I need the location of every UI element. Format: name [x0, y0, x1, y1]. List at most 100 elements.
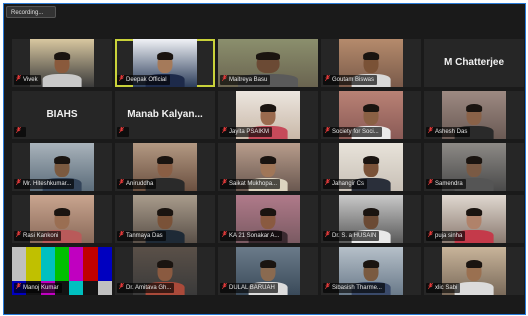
zoom-meeting-window: Recording... Vivek Deepak Official Maitrey…	[3, 3, 526, 315]
muted-mic-icon	[222, 283, 227, 290]
participant-name-label: Goutam Biswas	[332, 77, 375, 83]
muted-mic-icon	[119, 75, 124, 82]
muted-mic-icon	[119, 127, 124, 134]
participant-tile[interactable]: puja sinha	[424, 195, 524, 243]
participant-name-label: Dr. Amitava Gh...	[126, 285, 172, 291]
muted-mic-icon	[222, 75, 227, 82]
participant-nameplate: puja sinha	[426, 231, 466, 241]
participant-tile[interactable]: BIAHS	[12, 91, 112, 139]
participant-gallery: Vivek Deepak Official Maitreya Basu Goutam …	[12, 39, 524, 295]
participant-nameplate: Vivek	[14, 75, 41, 85]
participant-tile[interactable]: Deepak Official	[115, 39, 215, 87]
muted-mic-icon	[325, 283, 330, 290]
participant-tile[interactable]: Jahangir Cs	[321, 143, 421, 191]
participant-tile[interactable]: Vivek	[12, 39, 112, 87]
participant-name-label: KA 21 Sonakar A...	[229, 233, 280, 239]
participant-name-label: Mr. Hiteshkumar...	[23, 181, 72, 187]
participant-tile[interactable]: Jayita PSAIKM	[218, 91, 318, 139]
participant-hair	[363, 156, 379, 164]
participant-hair	[54, 208, 70, 216]
muted-mic-icon	[325, 179, 330, 186]
participant-tile[interactable]: Dr. S. a HUSAIN	[321, 195, 421, 243]
muted-mic-icon	[325, 127, 330, 134]
participant-hair	[466, 104, 482, 112]
participant-name-label: Dr. S. a HUSAIN	[332, 233, 377, 239]
participant-name-label: Aniruddha	[126, 181, 154, 187]
participant-name-label: Saikat Mukhopa...	[229, 181, 278, 187]
participant-tile[interactable]: M Chatterjee	[424, 39, 524, 87]
muted-mic-icon	[16, 231, 21, 238]
participant-nameplate	[14, 127, 26, 137]
muted-mic-icon	[119, 231, 124, 238]
muted-mic-icon	[222, 231, 227, 238]
muted-mic-icon	[222, 127, 227, 134]
participant-nameplate: Maitreya Basu	[220, 75, 271, 85]
participant-tile[interactable]: Aniruddha	[115, 143, 215, 191]
participant-nameplate: Sibasish Tharme...	[323, 283, 385, 293]
participant-nameplate: Goutam Biswas	[323, 75, 378, 85]
participant-nameplate: Jahangir Cs	[323, 179, 368, 189]
participant-tile[interactable]: xlic Sabi	[424, 247, 524, 295]
participant-nameplate: Jayita PSAIKM	[220, 127, 273, 137]
participant-name-label: Deepak Official	[126, 77, 167, 83]
participant-hair	[466, 208, 482, 216]
recording-indicator[interactable]: Recording...	[6, 6, 56, 18]
muted-mic-icon	[222, 179, 227, 186]
muted-mic-icon	[16, 75, 21, 82]
muted-mic-icon	[428, 179, 433, 186]
participant-hair	[260, 104, 276, 112]
participant-name-label: DULAL BARUAH	[229, 285, 275, 291]
participant-tile[interactable]: Mr. Hiteshkumar...	[12, 143, 112, 191]
participant-name-label: Ashesh Das	[435, 129, 468, 135]
participant-hair	[54, 52, 70, 60]
participant-tile[interactable]: Manoj Kumar	[12, 247, 112, 295]
participant-tile[interactable]: Saikat Mukhopa...	[218, 143, 318, 191]
participant-nameplate: Deepak Official	[117, 75, 170, 85]
participant-hair	[157, 208, 173, 216]
participant-nameplate: Tanmaya Das	[117, 231, 166, 241]
participant-hair	[260, 156, 276, 164]
participant-tile[interactable]: Goutam Biswas	[321, 39, 421, 87]
participant-tile[interactable]: Tanmaya Das	[115, 195, 215, 243]
muted-mic-icon	[16, 179, 21, 186]
participant-nameplate: Manoj Kumar	[14, 283, 62, 293]
participant-tile[interactable]: KA 21 Sonakar A...	[218, 195, 318, 243]
participant-hair	[363, 52, 379, 60]
participant-hair	[260, 208, 276, 216]
participant-name-display: BIAHS	[46, 108, 78, 120]
participant-body	[454, 281, 494, 295]
participant-hair	[260, 260, 276, 268]
participant-hair	[157, 156, 173, 164]
participant-tile[interactable]: Rasi Kankoni	[12, 195, 112, 243]
participant-name-label: Maitreya Basu	[229, 77, 268, 83]
participant-tile[interactable]: Ashesh Das	[424, 91, 524, 139]
participant-hair	[157, 260, 173, 268]
participant-name-label: puja sinha	[435, 233, 463, 239]
participant-nameplate: KA 21 Sonakar A...	[220, 231, 283, 241]
muted-mic-icon	[16, 283, 21, 290]
muted-mic-icon	[428, 231, 433, 238]
participant-hair	[466, 260, 482, 268]
participant-hair	[466, 156, 482, 164]
muted-mic-icon	[16, 127, 21, 134]
participant-tile[interactable]: Sibasish Tharme...	[321, 247, 421, 295]
participant-hair	[363, 208, 379, 216]
muted-mic-icon	[119, 283, 124, 290]
participant-tile[interactable]: Society for Soci...	[321, 91, 421, 139]
participant-name-label: Vivek	[23, 77, 38, 83]
participant-tile[interactable]: Manab Kalyan...	[115, 91, 215, 139]
participant-name-display: M Chatterjee	[443, 56, 504, 68]
participant-tile[interactable]: DULAL BARUAH	[218, 247, 318, 295]
participant-tile[interactable]: Maitreya Basu	[218, 39, 318, 87]
participant-figure	[454, 254, 494, 295]
participant-name-label: Sibasish Tharme...	[332, 285, 382, 291]
muted-mic-icon	[119, 179, 124, 186]
participant-hair	[256, 52, 280, 60]
participant-nameplate: Saikat Mukhopa...	[220, 179, 281, 189]
participant-name-label: Society for Soci...	[332, 129, 379, 135]
participant-tile[interactable]: Dr. Amitava Gh...	[115, 247, 215, 295]
participant-nameplate: Society for Soci...	[323, 127, 382, 137]
participant-name-label: xlic Sabi	[435, 285, 458, 291]
muted-mic-icon	[325, 75, 330, 82]
participant-tile[interactable]: Samendra	[424, 143, 524, 191]
